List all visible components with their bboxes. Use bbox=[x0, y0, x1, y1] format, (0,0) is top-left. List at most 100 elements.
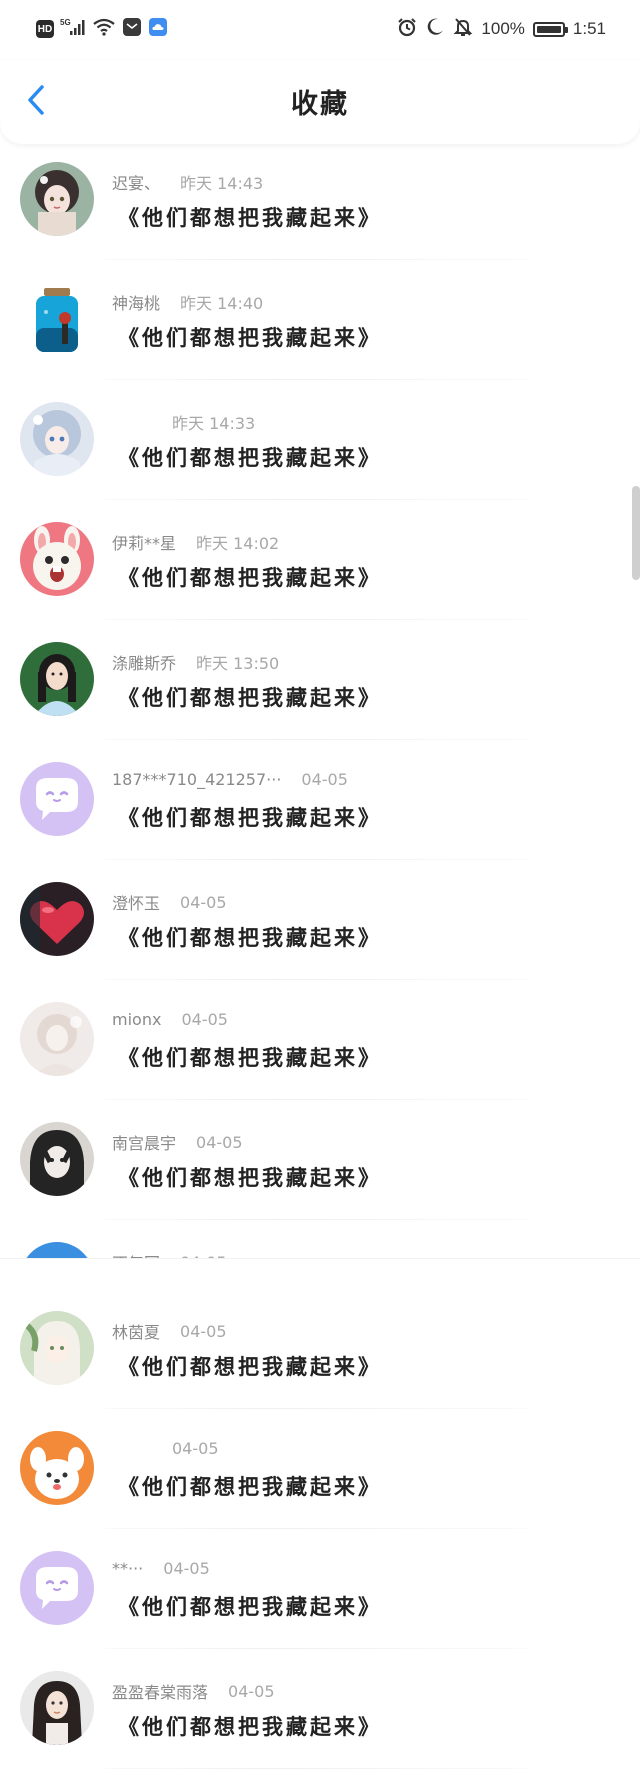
item-meta: 盈盈春棠雨落 04-05 bbox=[112, 1679, 275, 1703]
alarm-icon bbox=[397, 17, 417, 41]
timestamp: 昨天 14:33 bbox=[172, 414, 256, 433]
item-meta: 南宫晨宇 04-05 bbox=[112, 1130, 243, 1154]
timestamp: 昨天 14:43 bbox=[180, 174, 264, 193]
network-label: 5G bbox=[60, 18, 71, 27]
avatar-anime-girl-silver-hair[interactable] bbox=[20, 402, 94, 476]
signal-icon: 5G bbox=[60, 18, 86, 40]
book-title: 《他们都想把我藏起来》 bbox=[118, 1595, 382, 1619]
moon-icon bbox=[425, 17, 445, 41]
timestamp: 昨天 13:50 bbox=[196, 654, 280, 673]
item-meta: mionx 04-05 bbox=[112, 1010, 228, 1029]
item-meta: 澄怀玉 04-05 bbox=[112, 890, 227, 914]
item-meta: 不复回 04-05 bbox=[112, 1250, 227, 1259]
list-item-6[interactable]: 187***710_421257··· 04-05 《他们都想把我藏起来》 bbox=[0, 740, 640, 860]
list-item-12[interactable]: 04-05 《他们都想把我藏起来》 bbox=[0, 1409, 640, 1529]
user-name: **··· bbox=[112, 1559, 144, 1578]
book-title: 《他们都想把我藏起来》 bbox=[118, 446, 382, 470]
clock: 1:51 bbox=[572, 19, 606, 38]
list-item-3[interactable]: 昨天 14:33 《他们都想把我藏起来》 bbox=[0, 380, 640, 500]
user-name: 盈盈春棠雨落 bbox=[112, 1683, 209, 1702]
user-name: 林茵夏 bbox=[112, 1323, 161, 1342]
avatar-anime-blue-sky[interactable] bbox=[20, 1242, 94, 1258]
avatar-anime-boy-dark[interactable] bbox=[20, 1122, 94, 1196]
user-name: 不复回 bbox=[112, 1250, 160, 1258]
divider bbox=[102, 1768, 528, 1769]
app-icon bbox=[122, 17, 142, 41]
navigation-header: 收藏 bbox=[0, 60, 640, 144]
avatar-red-heart[interactable] bbox=[20, 882, 94, 956]
item-meta: 神海桃 昨天 14:40 bbox=[112, 290, 263, 314]
item-meta: **··· 04-05 bbox=[112, 1559, 210, 1578]
list-item-5[interactable]: 涤雕斯乔 昨天 13:50 《他们都想把我藏起来》 bbox=[0, 620, 640, 740]
user-name: 涤雕斯乔 bbox=[112, 654, 177, 673]
item-meta: 昨天 14:33 bbox=[112, 410, 255, 434]
avatar-jar-scene[interactable] bbox=[20, 282, 94, 356]
timestamp: 04-05 bbox=[163, 1559, 210, 1578]
mute-bell-icon bbox=[453, 17, 473, 41]
list-item-10[interactable]: 不复回 04-05 bbox=[0, 1220, 640, 1258]
book-title: 《他们都想把我藏起来》 bbox=[118, 566, 382, 590]
book-title: 《他们都想把我藏起来》 bbox=[118, 1475, 382, 1499]
user-name: 南宫晨宇 bbox=[112, 1134, 177, 1153]
avatar-white-rabbit[interactable] bbox=[20, 522, 94, 596]
book-title: 《他们都想把我藏起来》 bbox=[118, 206, 382, 230]
timestamp: 04-05 bbox=[180, 892, 227, 912]
book-title: 《他们都想把我藏起来》 bbox=[118, 806, 382, 830]
status-bar: HD 5G 100% 1:51 bbox=[0, 0, 640, 60]
book-title: 《他们都想把我藏起来》 bbox=[118, 1046, 382, 1070]
item-meta: 伊莉**星 昨天 14:02 bbox=[112, 530, 279, 554]
user-name: 187***710_421257··· bbox=[112, 770, 282, 789]
timestamp: 04-05 bbox=[172, 1439, 219, 1458]
page-title: 收藏 bbox=[291, 89, 349, 120]
avatar-anime-girl-green[interactable] bbox=[20, 1311, 94, 1385]
timestamp: 04-05 bbox=[181, 1010, 228, 1029]
list-item-2[interactable]: 神海桃 昨天 14:40 《他们都想把我藏起来》 bbox=[0, 260, 640, 380]
clip-gap bbox=[0, 1258, 640, 1289]
list-item-4[interactable]: 伊莉**星 昨天 14:02 《他们都想把我藏起来》 bbox=[0, 500, 640, 620]
hd-badge: HD bbox=[36, 20, 54, 38]
list-item-11[interactable]: 林茵夏 04-05 《他们都想把我藏起来》 bbox=[0, 1289, 640, 1409]
timestamp: 04-05 bbox=[180, 1253, 227, 1259]
timestamp: 昨天 14:40 bbox=[180, 294, 264, 313]
scrollbar[interactable] bbox=[632, 486, 640, 580]
avatar-chat-bubble-purple[interactable] bbox=[20, 762, 94, 836]
item-meta: 迟宴、 昨天 14:43 bbox=[112, 170, 263, 194]
user-name: 伊莉**星 bbox=[112, 534, 177, 553]
timestamp: 04-05 bbox=[228, 1681, 275, 1701]
list-item-14[interactable]: 盈盈春棠雨落 04-05 《他们都想把我藏起来》 bbox=[0, 1649, 640, 1769]
item-meta: 林茵夏 04-05 bbox=[112, 1319, 227, 1343]
timestamp: 昨天 14:02 bbox=[196, 534, 280, 553]
timestamp: 04-05 bbox=[180, 1321, 227, 1341]
user-name: 迟宴、 bbox=[112, 174, 161, 193]
user-name: 澄怀玉 bbox=[112, 894, 161, 913]
item-meta: 涤雕斯乔 昨天 13:50 bbox=[112, 650, 279, 674]
list-item-13[interactable]: **··· 04-05 《他们都想把我藏起来》 bbox=[0, 1529, 640, 1649]
book-title: 《他们都想把我藏起来》 bbox=[118, 686, 382, 710]
book-title: 《他们都想把我藏起来》 bbox=[118, 326, 382, 350]
timestamp: 04-05 bbox=[196, 1132, 243, 1152]
avatar-chat-bubble-purple[interactable] bbox=[20, 1551, 94, 1625]
battery-percent: 100% bbox=[481, 19, 525, 38]
battery-icon bbox=[532, 21, 568, 37]
list-item-9[interactable]: 南宫晨宇 04-05 《他们都想把我藏起来》 bbox=[0, 1100, 640, 1220]
list-item-1[interactable]: 迟宴、 昨天 14:43 《他们都想把我藏起来》 bbox=[0, 140, 640, 260]
timestamp: 04-05 bbox=[301, 770, 348, 789]
item-meta: 187***710_421257··· 04-05 bbox=[112, 770, 348, 789]
item-meta: 04-05 bbox=[112, 1439, 219, 1458]
avatar-orange-dog[interactable] bbox=[20, 1431, 94, 1505]
wifi-icon bbox=[92, 18, 116, 40]
user-name: mionx bbox=[112, 1010, 162, 1029]
avatar-girl-long-hair[interactable] bbox=[20, 1671, 94, 1745]
book-title: 《他们都想把我藏起来》 bbox=[118, 926, 382, 950]
list-item-8[interactable]: mionx 04-05 《他们都想把我藏起来》 bbox=[0, 980, 640, 1100]
user-name: 神海桃 bbox=[112, 294, 161, 313]
book-title: 《他们都想把我藏起来》 bbox=[118, 1166, 382, 1190]
list-item-7[interactable]: 澄怀玉 04-05 《他们都想把我藏起来》 bbox=[0, 860, 640, 980]
avatar-faded-girl[interactable] bbox=[20, 1002, 94, 1076]
cloud-icon bbox=[148, 17, 168, 41]
book-title: 《他们都想把我藏起来》 bbox=[118, 1355, 382, 1379]
avatar-anime-girl-dark-hair[interactable] bbox=[20, 162, 94, 236]
book-title: 《他们都想把我藏起来》 bbox=[118, 1715, 382, 1739]
avatar-girl-photo[interactable] bbox=[20, 642, 94, 716]
favorites-list: 迟宴、 昨天 14:43 《他们都想把我藏起来》 神海桃 昨天 14:40 《他… bbox=[0, 140, 640, 1769]
